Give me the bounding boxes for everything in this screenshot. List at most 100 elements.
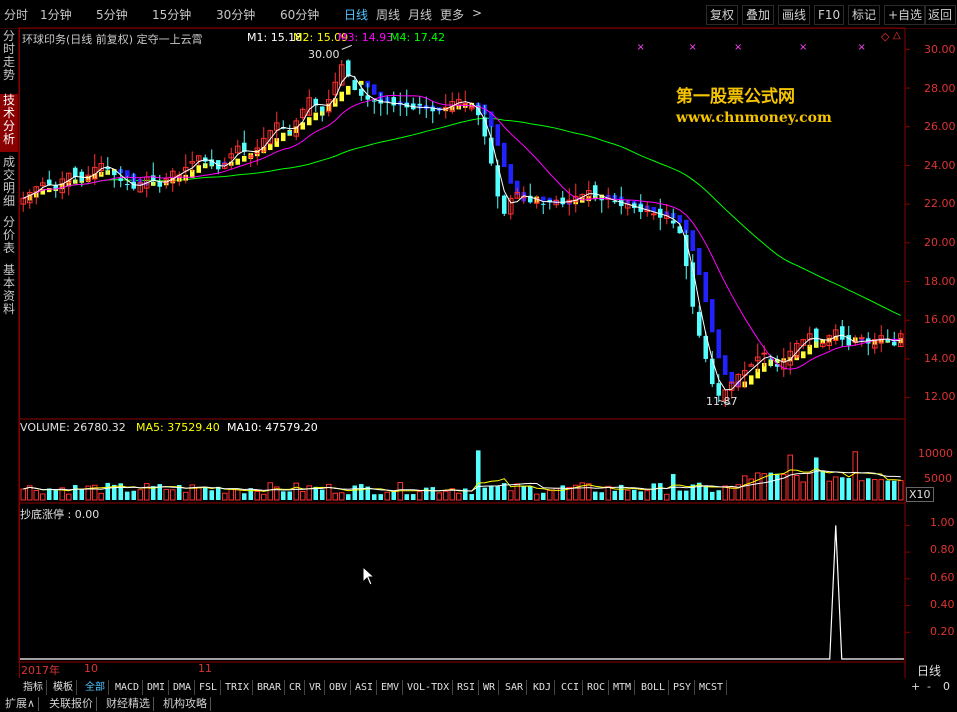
indicator-tab-rsi[interactable]: RSI xyxy=(454,680,480,695)
indicator-tab-cr[interactable]: CR xyxy=(286,680,306,695)
volume-bar xyxy=(754,472,761,501)
indicator-tab-roc[interactable]: ROC xyxy=(584,680,610,695)
volume-tick: 5000 xyxy=(924,472,952,485)
candle-down xyxy=(488,137,494,164)
tab-institution-strategy[interactable]: 机构攻略 xyxy=(160,697,211,711)
indicator-tab-trix[interactable]: TRIX xyxy=(222,680,254,695)
candle-up xyxy=(761,352,768,355)
indicator-tab-模板[interactable]: 模板 xyxy=(50,680,77,695)
indicator-tab-vol-tdx[interactable]: VOL-TDX xyxy=(404,680,454,695)
indicator-tab-emv[interactable]: EMV xyxy=(378,680,404,695)
volume-bar xyxy=(722,485,729,501)
volume-bar xyxy=(891,480,897,500)
blue-band-block xyxy=(540,196,546,201)
volume-bar xyxy=(280,491,286,500)
candle-down xyxy=(696,311,702,336)
indicator-tick: 0.20 xyxy=(930,625,955,638)
volume-bar xyxy=(137,489,144,501)
blue-band-block xyxy=(716,329,722,359)
signal-marker: × xyxy=(637,42,645,53)
volume-bar xyxy=(215,486,221,500)
indicator-tab-dma[interactable]: DMA xyxy=(170,680,196,695)
volume-bar xyxy=(20,488,27,501)
volume-bar xyxy=(72,485,78,500)
volume-bar xyxy=(774,473,780,500)
candle-down xyxy=(417,103,423,106)
zoom-reset-button[interactable]: 0 xyxy=(943,680,950,693)
zoom-out-button[interactable]: - xyxy=(927,680,931,693)
indicator-tab-vr[interactable]: VR xyxy=(306,680,326,695)
indicator-tab-boll[interactable]: BOLL xyxy=(638,680,670,695)
price-tick: 12.00 xyxy=(924,390,956,403)
volume-bar xyxy=(325,483,332,501)
volume-bar xyxy=(293,482,300,501)
volume-bar xyxy=(638,491,644,500)
volume-bar xyxy=(404,494,410,500)
diamond-icon[interactable]: ◇ xyxy=(881,30,889,43)
volume-bar xyxy=(495,486,501,500)
volume-bar xyxy=(787,454,794,501)
volume-bar xyxy=(319,489,325,500)
x-label-oct: 10 xyxy=(84,662,98,675)
volume-bar xyxy=(612,490,618,500)
blue-band-block xyxy=(495,124,501,146)
high-marker xyxy=(341,44,352,50)
tab-related-quotes[interactable]: 关联报价 xyxy=(46,697,97,711)
zoom-in-button[interactable]: + xyxy=(911,680,920,693)
volume-bar xyxy=(793,474,800,501)
yellow-band-block xyxy=(235,158,241,165)
blue-band-block xyxy=(651,207,657,212)
tab-expand[interactable]: 扩展∧ xyxy=(2,697,40,711)
indicator-tab-obv[interactable]: OBV xyxy=(326,680,352,695)
indicator-tab-psy[interactable]: PSY xyxy=(670,680,696,695)
indicator-tab-指标[interactable]: 指标 xyxy=(20,680,47,695)
blue-band-block xyxy=(722,355,728,375)
candle-down xyxy=(501,195,507,214)
x-label-nov: 11 xyxy=(198,662,212,675)
volume-bar xyxy=(677,490,683,500)
indicator-tab-brar[interactable]: BRAR xyxy=(254,680,286,695)
volume-bar xyxy=(482,487,488,500)
volume-bar xyxy=(442,490,449,501)
indicator-tick: 1.00 xyxy=(930,516,955,529)
indicator-tab-macd[interactable]: MACD xyxy=(112,680,144,695)
indicator-tab-cci[interactable]: CCI xyxy=(558,680,584,695)
candle-down xyxy=(111,171,117,176)
volume-bar xyxy=(46,488,52,500)
volume-bar xyxy=(820,470,826,500)
indicator-tab-fsl[interactable]: FSL xyxy=(196,680,222,695)
indicator-tab-asi[interactable]: ASI xyxy=(352,680,378,695)
indicator-tab-dmi[interactable]: DMI xyxy=(144,680,170,695)
volume-bar xyxy=(39,493,46,501)
blue-band-block xyxy=(124,170,130,177)
indicator-tab-mtm[interactable]: MTM xyxy=(610,680,636,695)
indicator-tab-mcst[interactable]: MCST xyxy=(696,680,728,695)
indicator-tick: 0.80 xyxy=(930,543,955,556)
volume-bar xyxy=(287,491,293,500)
signal-marker: × xyxy=(734,42,742,53)
volume-bar xyxy=(234,489,241,501)
indicator-tab-kdj[interactable]: KDJ xyxy=(530,680,556,695)
price-tick: 26.00 xyxy=(924,120,956,133)
indicator-tick: 0.60 xyxy=(930,571,955,584)
volume-bar xyxy=(546,489,553,501)
price-tick: 14.00 xyxy=(924,352,956,365)
blue-band-block xyxy=(703,272,709,303)
m3-value: M3: 14.93 xyxy=(338,31,394,44)
candle-down xyxy=(124,183,130,185)
chart-canvas[interactable]: × × × × × xyxy=(0,0,957,712)
volume-bar xyxy=(53,489,59,500)
volume-bar xyxy=(195,487,202,501)
volume-bar xyxy=(131,490,137,500)
candle-down xyxy=(371,100,377,102)
candle-down xyxy=(846,335,852,346)
indicator-tab-全部[interactable]: 全部 xyxy=(82,680,109,695)
triangle-icon[interactable]: △ xyxy=(893,30,901,41)
volume-bar xyxy=(469,493,475,500)
volume-bar xyxy=(885,480,891,500)
volume-bar xyxy=(800,481,807,501)
indicator-tab-wr[interactable]: WR xyxy=(480,680,500,695)
tab-finance-picks[interactable]: 财经精选 xyxy=(103,697,154,711)
m3-line xyxy=(23,94,901,370)
indicator-tab-sar[interactable]: SAR xyxy=(502,680,528,695)
